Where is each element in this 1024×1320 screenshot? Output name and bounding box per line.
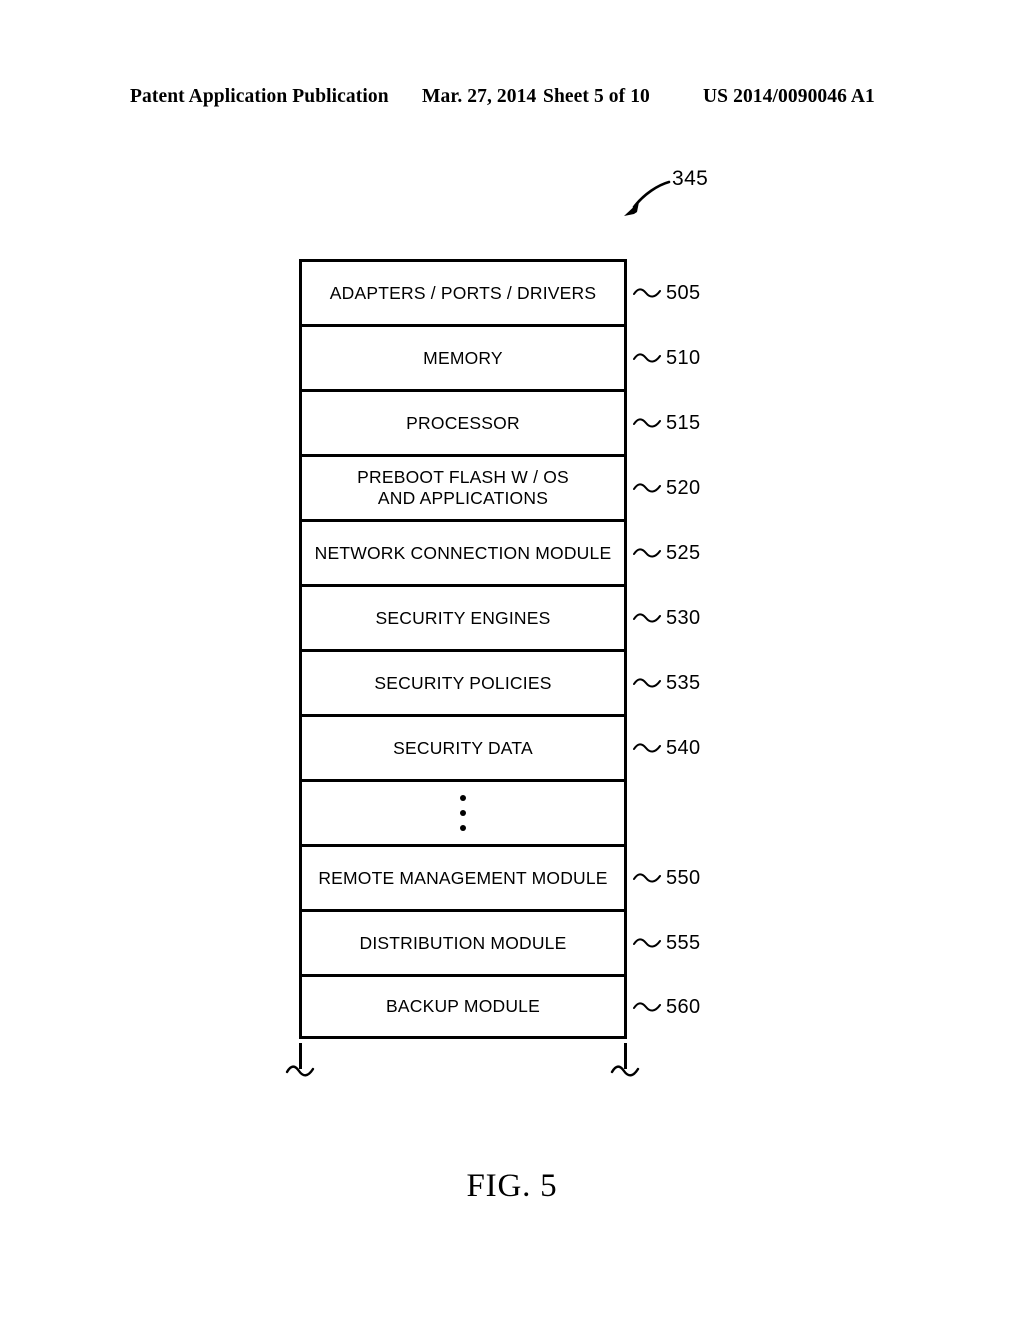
assembly-reference-345: 345	[614, 168, 744, 240]
block-row: SECURITY POLICIES 535	[299, 649, 700, 714]
reference-numeral-label: 555	[666, 932, 701, 954]
reference-numeral: 520	[633, 475, 701, 501]
block-label: NETWORK CONNECTION MODULE	[314, 542, 612, 563]
reference-numeral: 515	[633, 410, 701, 436]
block-label: PROCESSOR	[406, 412, 520, 433]
patent-figure: 345 ADAPTERS / PORTS / DRIVERS 505 MEMORY 5…	[0, 0, 1024, 1320]
reference-numeral-label: 505	[666, 282, 701, 304]
block-row: REMOTE MANAGEMENT MODULE 550	[299, 844, 700, 909]
reference-leader-icon	[633, 353, 661, 363]
reference-leader-icon	[633, 873, 661, 883]
block-row-ellipsis	[299, 779, 627, 844]
stack-break-rails	[285, 1043, 640, 1081]
reference-leader-icon	[633, 288, 661, 298]
reference-numeral-label: 540	[666, 737, 701, 759]
block-row: NETWORK CONNECTION MODULE 525	[299, 519, 700, 584]
block-row: ADAPTERS / PORTS / DRIVERS 505	[299, 259, 700, 324]
block-stack: ADAPTERS / PORTS / DRIVERS 505 MEMORY 510 PR…	[299, 259, 700, 1039]
reference-numeral: 555	[633, 930, 701, 956]
reference-leader-icon	[633, 743, 661, 753]
vertical-ellipsis-icon	[460, 782, 466, 844]
block-label: MEMORY	[423, 347, 503, 368]
reference-leader-icon	[633, 418, 661, 428]
reference-numeral: 530	[633, 605, 701, 631]
block-label: REMOTE MANAGEMENT MODULE	[318, 867, 608, 888]
block-row: BACKUP MODULE 560	[299, 974, 700, 1039]
block-label: ADAPTERS / PORTS / DRIVERS	[329, 282, 597, 303]
reference-numeral-label: 520	[666, 477, 701, 499]
reference-leader-icon	[633, 938, 661, 948]
reference-numeral-label: 560	[666, 995, 701, 1018]
block-row: PROCESSOR 515	[299, 389, 700, 454]
reference-leader-icon	[633, 483, 661, 493]
reference-leader-icon	[633, 1001, 661, 1011]
block-row: MEMORY 510	[299, 324, 700, 389]
block-row: DISTRIBUTION MODULE 555	[299, 909, 700, 974]
reference-leader-icon	[633, 678, 661, 688]
block-label: SECURITY POLICIES	[374, 672, 552, 693]
block-row: SECURITY ENGINES 530	[299, 584, 700, 649]
block-label: SECURITY DATA	[393, 737, 533, 758]
reference-numeral: 505	[633, 280, 701, 306]
block-row: SECURITY DATA 540	[299, 714, 700, 779]
reference-leader-icon	[633, 548, 661, 558]
block-row: PREBOOT FLASH W / OS AND APPLICATIONS 520	[299, 454, 700, 519]
reference-leader-icon	[633, 613, 661, 623]
reference-numeral: 560	[633, 994, 701, 1020]
reference-numeral-label: 550	[666, 867, 701, 889]
figure-caption: FIG. 5	[466, 1168, 558, 1204]
reference-numeral: 510	[633, 345, 701, 371]
reference-numeral-label: 530	[666, 607, 701, 629]
reference-numeral: 535	[633, 670, 701, 696]
reference-numeral: 540	[633, 735, 701, 761]
reference-numeral: 550	[633, 865, 701, 891]
reference-numeral-label: 535	[666, 672, 701, 694]
block-label: PREBOOT FLASH W / OS AND APPLICATIONS	[357, 467, 569, 508]
break-mark-left-icon	[285, 1065, 315, 1077]
break-mark-right-icon	[610, 1065, 640, 1077]
reference-numeral-label: 515	[666, 412, 701, 434]
block-label: DISTRIBUTION MODULE	[359, 932, 567, 953]
block-label: BACKUP MODULE	[386, 996, 540, 1016]
block-label: SECURITY ENGINES	[375, 607, 551, 628]
reference-numeral-label: 525	[666, 542, 701, 564]
reference-numeral: 525	[633, 540, 701, 566]
assembly-reference-label: 345	[672, 167, 709, 190]
reference-numeral-label: 510	[666, 347, 701, 369]
